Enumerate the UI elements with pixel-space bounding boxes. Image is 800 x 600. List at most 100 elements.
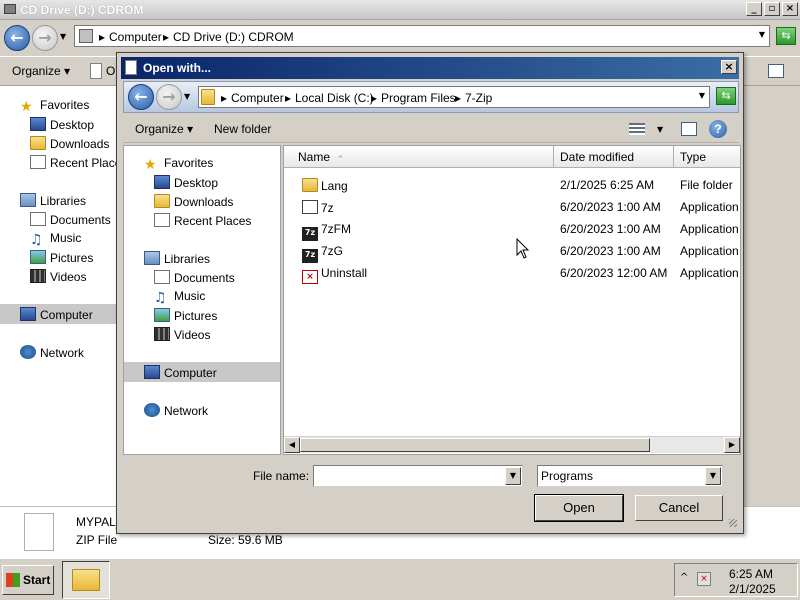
view-options-chevron-down-icon[interactable]: ▼ (657, 125, 663, 134)
nav-label: Downloads (174, 195, 234, 209)
toolbar-partial-item[interactable]: O (106, 64, 115, 78)
nav-libraries[interactable]: Libraries (144, 251, 210, 266)
nav-downloads[interactable]: Downloads (30, 136, 109, 151)
back-button[interactable]: ← (4, 25, 30, 51)
nav-favorites[interactable]: ★ Favorites (20, 98, 89, 114)
breadcrumb-local-disk[interactable]: Local Disk (C:) (295, 91, 374, 105)
dialog-back-button[interactable]: ← (128, 84, 154, 110)
zip-file-icon (24, 513, 54, 551)
view-pane-icon[interactable] (768, 64, 784, 78)
start-button[interactable]: Start (2, 565, 54, 595)
breadcrumb-computer[interactable]: Computer (109, 30, 162, 44)
address-path-box[interactable]: ▸ Computer ▸ CD Drive (D:) CDROM ▼ (74, 25, 770, 47)
breadcrumb-arrow: ▸ (163, 30, 170, 44)
dialog-forward-button[interactable]: → (156, 84, 182, 110)
nav-recent-places[interactable]: Recent Places (154, 213, 251, 228)
file-row[interactable]: Lang 2/1/2025 6:25 AM File folder (284, 174, 740, 196)
file-row[interactable]: 7z 7zG 6/20/2023 1:00 AM Application (284, 240, 740, 263)
recent-pages-dropdown-icon[interactable]: ▼ (184, 92, 190, 101)
nav-documents[interactable]: Documents (30, 212, 111, 227)
dialog-navigation-pane: ★ Favorites Desktop Downloads Recent Plac… (123, 145, 281, 455)
column-header-type[interactable]: Type (674, 146, 740, 168)
dialog-organize-menu[interactable]: Organize (135, 122, 184, 136)
background-navigation-pane: ★ Favorites Desktop Downloads Recent Plac… (0, 86, 127, 506)
windows-logo-icon (6, 573, 20, 587)
forward-button[interactable]: → (32, 25, 58, 51)
nav-music[interactable]: ♫ Music (30, 231, 81, 247)
horizontal-scrollbar[interactable]: ◀ ▶ (284, 436, 740, 453)
file-name-cell: 7z (302, 200, 334, 215)
nav-network[interactable]: Network (20, 345, 84, 360)
nav-music[interactable]: ♫ Music (154, 289, 205, 305)
nav-network[interactable]: Network (144, 403, 208, 418)
open-button[interactable]: Open (534, 494, 624, 522)
show-hidden-icons-icon[interactable]: ^ (680, 572, 688, 583)
breadcrumb-7zip[interactable]: 7-Zip (465, 91, 492, 105)
file-name-dropdown-icon[interactable]: ▼ (505, 467, 521, 485)
file-name: 7z (321, 201, 334, 215)
nav-pictures[interactable]: Pictures (154, 308, 217, 323)
downloads-icon (30, 136, 46, 150)
close-button[interactable]: × (782, 2, 798, 16)
breadcrumb-arrow: ▸ (221, 91, 228, 105)
change-view-icon[interactable] (629, 123, 645, 135)
refresh-icon[interactable]: ⇆ (776, 27, 796, 45)
nav-videos[interactable]: Videos (154, 327, 210, 342)
preview-pane-icon[interactable] (681, 122, 697, 136)
breadcrumb-computer[interactable]: Computer (231, 91, 284, 105)
file-row[interactable]: 7z 6/20/2023 1:00 AM Application (284, 196, 740, 218)
nav-recent-places[interactable]: Recent Places (30, 155, 127, 170)
nav-desktop[interactable]: Desktop (154, 175, 218, 190)
volume-muted-icon[interactable]: × (697, 572, 711, 586)
nav-computer[interactable]: Computer (0, 304, 116, 324)
dialog-close-button[interactable]: × (721, 60, 737, 74)
breadcrumb-arrow: ▸ (455, 91, 462, 105)
resize-grip-icon[interactable] (729, 519, 737, 527)
file-row[interactable]: 7z 7zFM 6/20/2023 1:00 AM Application (284, 218, 740, 241)
document-icon (125, 60, 137, 75)
computer-icon (20, 307, 36, 321)
nav-pictures[interactable]: Pictures (30, 250, 93, 265)
new-folder-button[interactable]: New folder (214, 122, 271, 136)
file-name-input[interactable]: ▼ (313, 465, 523, 487)
nav-desktop[interactable]: Desktop (30, 117, 94, 132)
help-icon[interactable]: ? (709, 120, 727, 138)
clock-time[interactable]: 6:25 AM (729, 567, 773, 581)
file-list: Name ^ Date modified Type Lang 2/1/2025 … (283, 145, 741, 455)
address-dropdown-icon[interactable]: ▼ (699, 91, 705, 100)
file-row[interactable]: × Uninstall 6/20/2023 12:00 AM Applicatio… (284, 262, 740, 284)
music-icon: ♫ (30, 232, 43, 248)
recent-pages-dropdown-icon[interactable]: ▼ (60, 32, 66, 41)
organize-menu[interactable]: Organize (12, 64, 61, 78)
dialog-address-path-box[interactable]: ▸ Computer ▸ Local Disk (C:) ▸ Program F… (198, 86, 710, 108)
taskbar-explorer-button[interactable] (62, 561, 110, 599)
minimize-button[interactable]: _ (746, 2, 762, 16)
scroll-right-button[interactable]: ▶ (724, 437, 740, 453)
explorer-folder-icon (72, 569, 100, 591)
column-label: Name (298, 150, 331, 164)
nav-libraries[interactable]: Libraries (20, 193, 86, 208)
filter-dropdown-icon[interactable]: ▼ (705, 467, 721, 485)
column-header-date-modified[interactable]: Date modified (554, 146, 674, 168)
breadcrumb-cd-drive[interactable]: CD Drive (D:) CDROM (173, 30, 294, 44)
column-header-name[interactable]: Name ^ (284, 146, 554, 168)
nav-documents[interactable]: Documents (154, 270, 235, 285)
cancel-button[interactable]: Cancel (635, 495, 723, 521)
file-type-filter-select[interactable]: Programs ▼ (537, 465, 723, 487)
nav-favorites[interactable]: ★ Favorites (144, 156, 213, 172)
documents-icon (30, 212, 46, 226)
scroll-left-button[interactable]: ◀ (284, 437, 300, 453)
background-address-bar: ← → ▼ ▸ Computer ▸ CD Drive (D:) CDROM ▼… (0, 20, 800, 56)
clock-date[interactable]: 2/1/2025 (729, 582, 776, 596)
maximize-button[interactable]: ▫ (764, 2, 780, 16)
address-dropdown-icon[interactable]: ▼ (759, 30, 765, 39)
breadcrumb-program-files[interactable]: Program Files (381, 91, 456, 105)
nav-videos[interactable]: Videos (30, 269, 86, 284)
nav-label: Pictures (174, 309, 218, 323)
nav-downloads[interactable]: Downloads (154, 194, 233, 209)
scrollbar-thumb[interactable] (300, 438, 650, 452)
nav-computer[interactable]: Computer (124, 362, 280, 382)
refresh-icon[interactable]: ⇆ (716, 87, 736, 105)
file-date: 6/20/2023 1:00 AM (560, 222, 661, 236)
computer-icon (79, 29, 93, 43)
